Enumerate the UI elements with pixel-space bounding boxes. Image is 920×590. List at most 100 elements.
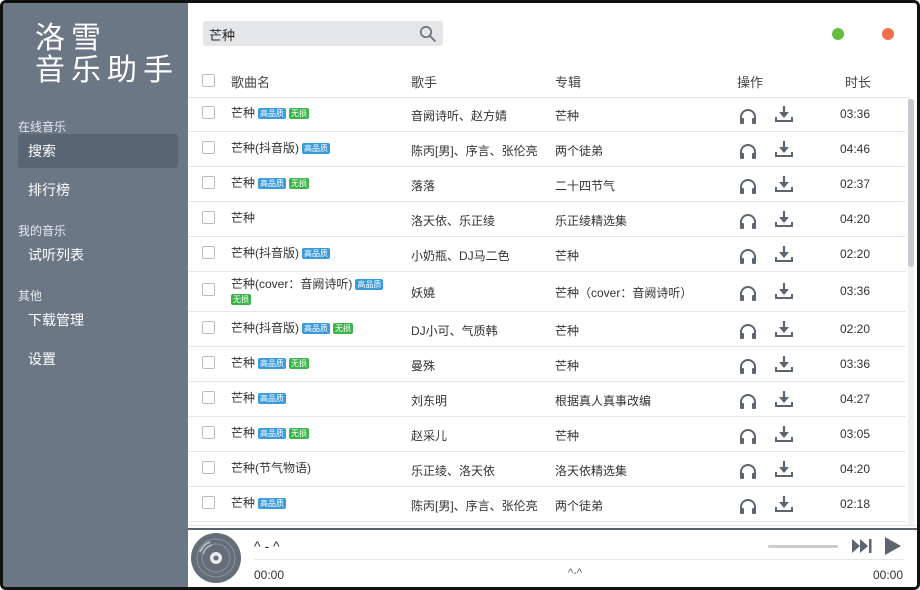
sidebar-item-downloads[interactable]: 下载管理 — [18, 303, 178, 337]
listen-icon[interactable] — [738, 462, 758, 480]
row-checkbox[interactable] — [202, 176, 215, 189]
song-album: 芒种 — [555, 109, 580, 123]
header-album: 专辑 — [555, 75, 582, 90]
listen-icon[interactable] — [738, 107, 758, 125]
close-button[interactable] — [882, 28, 894, 40]
row-checkbox[interactable] — [202, 321, 215, 334]
table-row[interactable]: 芒种 高品质 刘东明 根据真人真事改编 04:27 — [188, 382, 906, 417]
header-ops: 操作 — [737, 75, 764, 90]
song-title-text: 芒种 — [231, 391, 256, 405]
download-icon[interactable] — [774, 390, 794, 408]
song-title: 芒种 高品质 无损 — [231, 356, 403, 371]
row-checkbox[interactable] — [202, 283, 215, 296]
hq-badge: 高品质 — [302, 248, 330, 259]
song-title: 芒种 高品质 无损 — [231, 176, 403, 191]
table-row[interactable]: 芒种(抖音版) 高品质 无损 DJ小可、气质韩 芒种 02:20 — [188, 312, 906, 347]
download-icon[interactable] — [774, 140, 794, 158]
song-album: 两个徒弟 — [555, 144, 604, 158]
search-icon[interactable] — [419, 25, 437, 43]
next-icon[interactable] — [851, 537, 873, 555]
listen-icon[interactable] — [738, 247, 758, 265]
download-icon[interactable] — [774, 105, 794, 123]
listen-icon[interactable] — [738, 427, 758, 445]
song-artist: DJ小可、气质韩 — [411, 324, 498, 338]
song-title: 芒种(节气物语) — [231, 461, 403, 476]
lossless-badge: 无损 — [289, 178, 310, 189]
header-artist: 歌手 — [411, 75, 438, 90]
row-checkbox[interactable] — [202, 246, 215, 259]
table-row[interactable]: 芒种 高品质 无损 落落 二十四节气 02:37 — [188, 167, 906, 202]
select-all-checkbox[interactable] — [202, 74, 215, 87]
listen-icon[interactable] — [738, 322, 758, 340]
row-checkbox[interactable] — [202, 391, 215, 404]
song-duration: 03:05 — [840, 427, 871, 441]
hq-badge: 高品质 — [258, 358, 287, 369]
hq-badge: 高品质 — [258, 498, 287, 509]
listen-icon[interactable] — [738, 177, 758, 195]
table-row[interactable]: 芒种 高品质 陈丙[男]、序言、张伦亮 两个徒弟 02:18 — [188, 487, 906, 522]
row-checkbox[interactable] — [202, 211, 215, 224]
table-row[interactable]: 芒种 高品质 无损 曼殊 芒种 03:36 — [188, 347, 906, 382]
table-row[interactable]: 芒种 洛天依、乐正绫 乐正绫精选集 04:20 — [188, 202, 906, 237]
song-duration: 02:18 — [840, 497, 871, 511]
sidebar-item-search[interactable]: 搜索 — [18, 134, 178, 168]
progress-bar[interactable] — [254, 559, 904, 560]
song-title-text: 芒种 — [231, 211, 256, 225]
disc-icon — [191, 533, 241, 583]
table-row[interactable]: 芒种(cover：音阙诗听) 高品质 无损 妖嬈 芒种（cover：音阙诗听） 03:36 — [188, 272, 906, 312]
song-title: 芒种(抖音版) 高品质 — [231, 141, 403, 156]
download-icon[interactable] — [774, 425, 794, 443]
row-checkbox[interactable] — [202, 106, 215, 119]
table-row[interactable]: 芒种 高品质 无损 音阙诗听、赵方婧 芒种 03:36 — [188, 97, 906, 132]
song-artist: 曼殊 — [411, 359, 436, 373]
play-icon[interactable] — [882, 537, 904, 555]
volume-slider[interactable] — [768, 545, 838, 548]
main-panel: 歌曲名 歌手 专辑 操作 时长 芒种高品质无损音阙诗听、赵方婧芒种03:36芒种… — [188, 3, 917, 587]
minimize-button[interactable] — [832, 28, 844, 40]
sidebar-item-charts[interactable]: 排行榜 — [18, 173, 178, 207]
download-icon[interactable] — [774, 460, 794, 478]
table-row[interactable]: 芒种(抖音版) 高品质 小奶瓶、DJ马二色 芒种 02:20 — [188, 237, 906, 272]
song-artist: 陈丙[男]、序言、张伦亮 — [411, 499, 538, 513]
song-title: 芒种(抖音版) 高品质 — [231, 246, 403, 261]
download-icon[interactable] — [774, 355, 794, 373]
download-icon[interactable] — [774, 495, 794, 513]
logo-line-1: 洛雪 — [35, 21, 107, 56]
table-row[interactable]: 芒种 高品质 无损 赵采儿 芒种 03:05 — [188, 417, 906, 452]
row-checkbox[interactable] — [202, 426, 215, 439]
download-icon[interactable] — [774, 320, 794, 338]
listen-icon[interactable] — [738, 142, 758, 160]
sidebar-item-settings[interactable]: 设置 — [18, 342, 178, 376]
scrollbar-thumb[interactable] — [908, 99, 914, 267]
listen-icon[interactable] — [738, 212, 758, 230]
song-album: 芒种（cover：音阙诗听） — [555, 286, 693, 300]
download-icon[interactable] — [774, 282, 794, 300]
row-checkbox[interactable] — [202, 496, 215, 509]
download-icon[interactable] — [774, 210, 794, 228]
song-album: 芒种 — [555, 249, 580, 263]
hq-badge: 高品质 — [258, 108, 287, 119]
row-checkbox[interactable] — [202, 141, 215, 154]
row-checkbox[interactable] — [202, 461, 215, 474]
listen-icon[interactable] — [738, 392, 758, 410]
total-time: 00:00 — [873, 568, 904, 582]
sidebar-item-playlist[interactable]: 试听列表 — [18, 238, 178, 272]
listen-icon[interactable] — [738, 357, 758, 375]
download-icon[interactable] — [774, 245, 794, 263]
song-title-text: 芒种(抖音版) — [231, 321, 299, 335]
table-row[interactable]: 芒种(抖音版) 高品质 陈丙[男]、序言、张伦亮 两个徒弟 04:46 — [188, 132, 906, 167]
listen-icon[interactable] — [738, 284, 758, 302]
row-checkbox[interactable] — [202, 356, 215, 369]
song-artist: 妖嬈 — [411, 286, 436, 300]
sidebar: 洛雪 音乐助手 在线音乐 搜索 排行榜 我的音乐 试听列表 其他 下载管理 设置 — [3, 3, 188, 587]
sidebar-group-online: 在线音乐 — [18, 120, 67, 134]
table-row[interactable]: 芒种(节气物语) 乐正绫、洛天依 洛天依精选集 04:20 — [188, 452, 906, 487]
song-album: 乐正绫精选集 — [555, 214, 628, 228]
song-album: 洛天依精选集 — [555, 464, 628, 478]
download-icon[interactable] — [774, 175, 794, 193]
song-album: 两个徒弟 — [555, 499, 604, 513]
listen-icon[interactable] — [738, 497, 758, 515]
search-input[interactable] — [207, 24, 411, 45]
header-title: 歌曲名 — [231, 75, 271, 90]
sidebar-group-mine: 我的音乐 — [18, 224, 67, 238]
